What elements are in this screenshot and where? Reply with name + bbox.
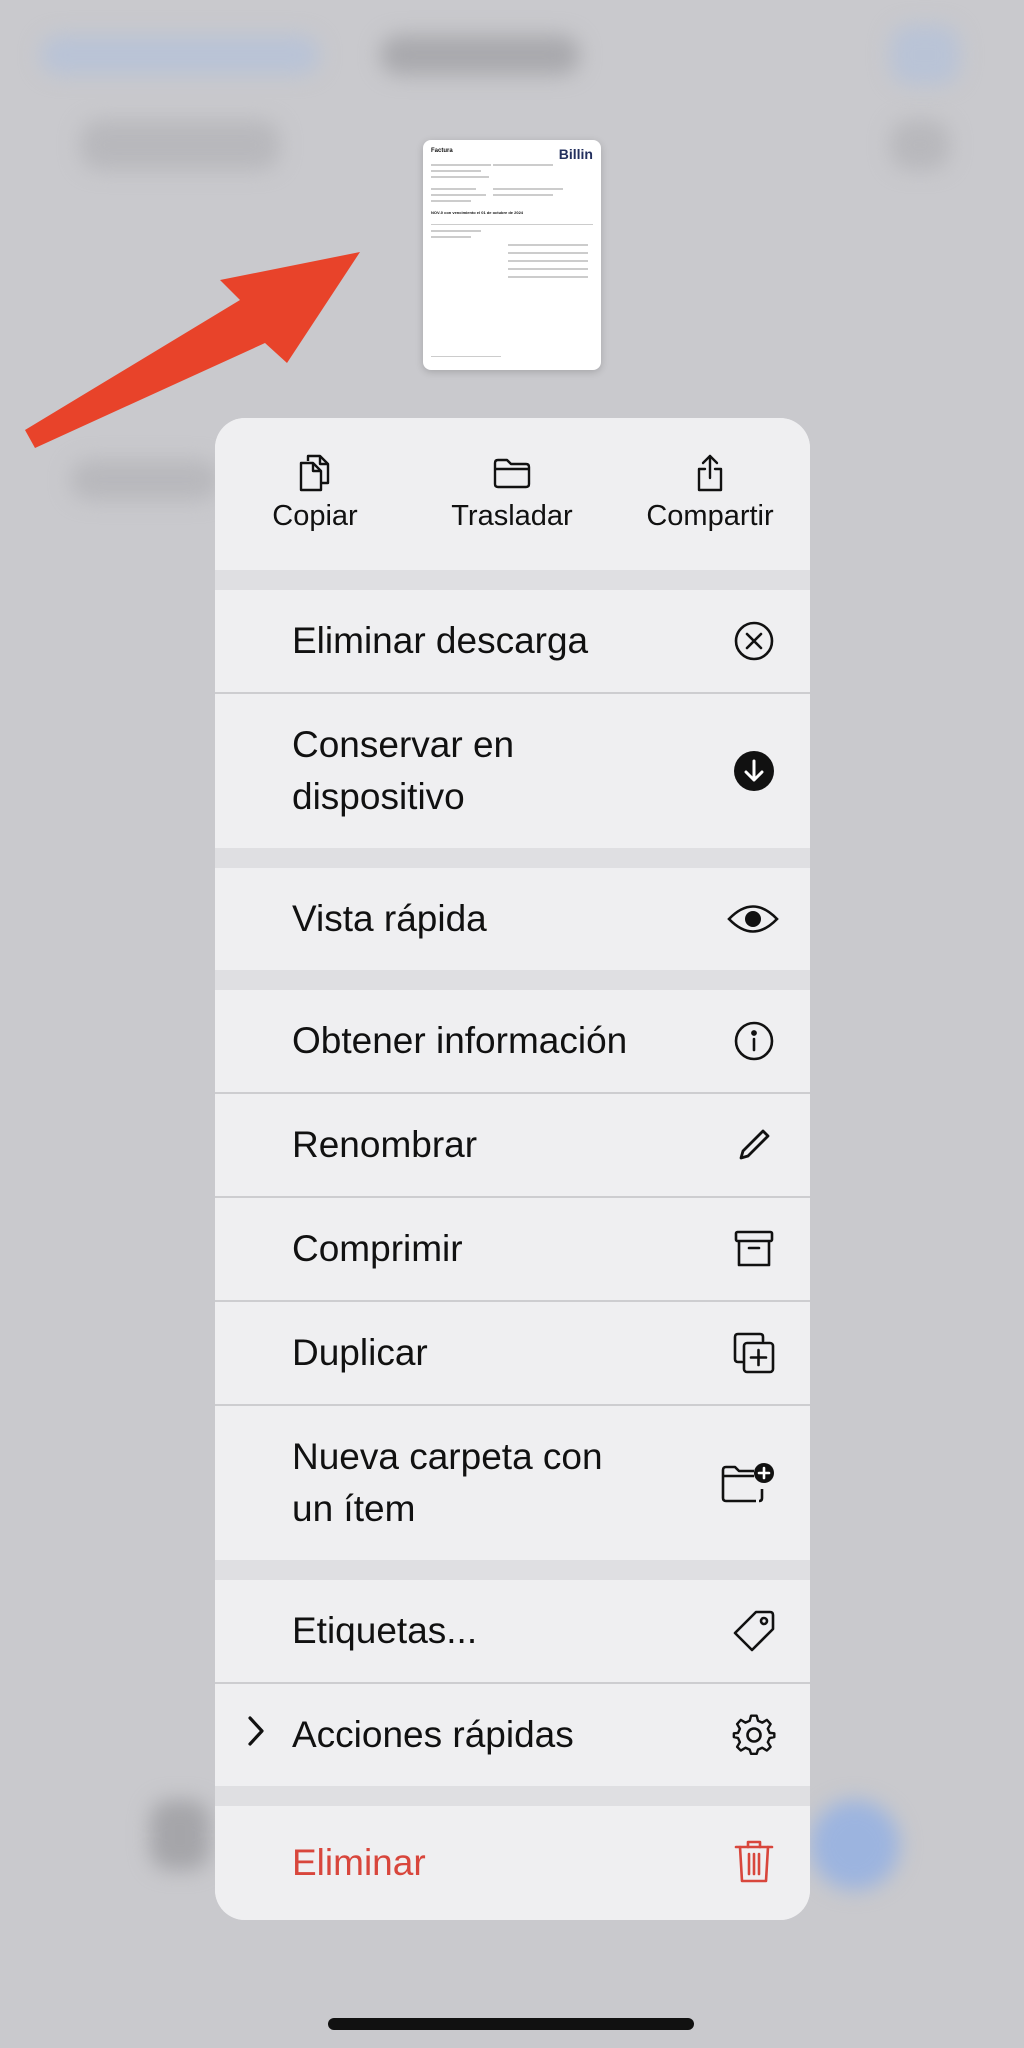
section-separator	[215, 970, 810, 990]
top-actions-bar: Copiar Trasladar Compartir	[215, 418, 810, 570]
thumbnail-text-line	[508, 244, 588, 246]
menu-item-new-folder-with-item[interactable]: Nueva carpeta con un ítem	[215, 1406, 810, 1560]
thumbnail-text-line	[431, 188, 476, 190]
thumbnail-text-line	[493, 164, 553, 166]
background-blur	[890, 120, 950, 170]
menu-item-label: Obtener información	[292, 1020, 628, 1061]
thumbnail-text-line	[508, 268, 588, 270]
duplicate-plus-icon	[732, 1331, 776, 1375]
section-separator	[215, 570, 810, 590]
move-label: Trasladar	[451, 500, 573, 532]
background-blur	[40, 35, 320, 75]
menu-item-label: Acciones rápidas	[292, 1714, 574, 1755]
menu-item-label: Etiquetas...	[292, 1610, 478, 1651]
download-circle-icon	[732, 749, 776, 793]
menu-item-label: Comprimir	[292, 1228, 463, 1269]
home-indicator	[328, 2018, 694, 2030]
thumbnail-text-line	[431, 194, 486, 196]
menu-item-tags[interactable]: Etiquetas...	[215, 1580, 810, 1682]
gear-icon	[732, 1713, 776, 1757]
chevron-right-icon	[245, 1714, 267, 1757]
thumbnail-text-line	[431, 176, 489, 178]
menu-item-quick-look[interactable]: Vista rápida	[215, 868, 810, 970]
thumbnail-text-line	[508, 260, 588, 262]
thumbnail-text-line	[431, 200, 471, 202]
thumbnail-text-line	[508, 276, 588, 278]
thumbnail-text-line	[508, 252, 588, 254]
thumbnail-text-line	[493, 194, 553, 196]
section-separator	[215, 1560, 810, 1580]
background-blur	[890, 25, 960, 85]
info-icon	[732, 1019, 776, 1063]
thumbnail-table-line	[431, 224, 593, 225]
context-menu: Copiar Trasladar Compartir Eliminar desc…	[215, 418, 810, 1920]
thumbnail-text-line	[431, 164, 491, 166]
menu-item-quick-actions[interactable]: Acciones rápidas	[215, 1684, 810, 1786]
menu-item-keep-on-device[interactable]: Conservar en dispositivo	[215, 694, 810, 848]
section-separator	[215, 1786, 810, 1806]
archive-box-icon	[732, 1227, 776, 1271]
eye-icon	[726, 897, 780, 941]
share-button[interactable]: Compartir	[610, 452, 810, 533]
menu-item-rename[interactable]: Renombrar	[215, 1094, 810, 1196]
move-button[interactable]: Trasladar	[412, 452, 612, 533]
copy-label: Copiar	[272, 500, 358, 532]
thumbnail-text-line	[431, 236, 471, 238]
tag-icon	[732, 1609, 776, 1653]
folder-icon	[412, 452, 612, 494]
menu-item-label: Eliminar descarga	[292, 620, 589, 661]
background-blur	[150, 1800, 210, 1870]
menu-item-label: Vista rápida	[292, 898, 487, 939]
thumbnail-text-line	[431, 170, 481, 172]
background-blur	[80, 120, 280, 170]
menu-item-get-info[interactable]: Obtener información	[215, 990, 810, 1092]
background-blur	[810, 1800, 900, 1890]
thumbnail-text-line	[493, 188, 563, 190]
menu-item-delete[interactable]: Eliminar	[215, 1806, 810, 1920]
thumbnail-footer-line	[431, 356, 501, 357]
menu-item-remove-download[interactable]: Eliminar descarga	[215, 590, 810, 692]
thumbnail-heading: NOV-0 con vencimiento el 01 de octubre d…	[431, 210, 524, 215]
menu-item-label: Duplicar	[292, 1332, 428, 1373]
menu-item-label: Conservar en dispositivo	[292, 724, 515, 817]
folder-plus-icon	[720, 1461, 776, 1505]
share-label: Compartir	[646, 500, 774, 532]
thumbnail-text-line	[431, 230, 481, 232]
menu-item-compress[interactable]: Comprimir	[215, 1198, 810, 1300]
share-icon	[610, 452, 810, 494]
menu-item-label: Eliminar	[292, 1842, 426, 1883]
pencil-icon	[732, 1123, 776, 1167]
section-separator	[215, 848, 810, 868]
trash-icon	[732, 1839, 776, 1883]
thumbnail-logo: Billin	[558, 146, 593, 162]
copy-button[interactable]: Copiar	[215, 452, 415, 533]
background-blur	[380, 35, 580, 75]
x-circle-icon	[732, 619, 776, 663]
thumbnail-title: Factura	[431, 148, 453, 154]
menu-item-label: Renombrar	[292, 1124, 478, 1165]
menu-item-duplicate[interactable]: Duplicar	[215, 1302, 810, 1404]
background-blur	[70, 460, 220, 500]
copy-icon	[215, 452, 415, 494]
menu-item-label: Nueva carpeta con un ítem	[292, 1436, 603, 1529]
document-thumbnail[interactable]: Factura Billin NOV-0 con vencimiento el …	[423, 140, 601, 370]
